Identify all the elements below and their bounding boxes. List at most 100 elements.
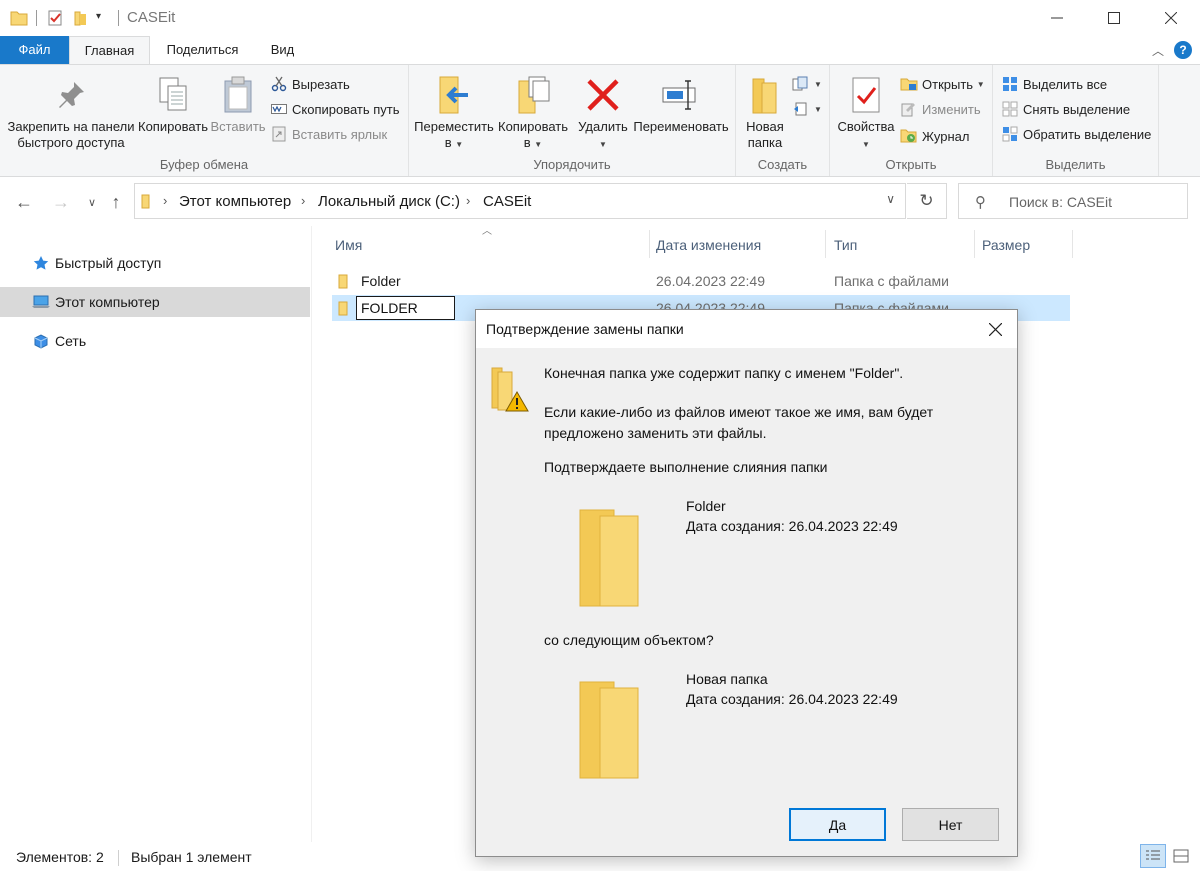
clipboard-group: Закрепить на панели быстрого доступа Коп… [0,65,409,176]
folder-warning-icon [490,364,530,417]
open-button[interactable]: Открыть ▼ [900,73,985,95]
scissors-icon [270,75,288,93]
column-header-type[interactable]: Тип [830,232,972,258]
yes-button[interactable]: Да [789,808,886,841]
refresh-icon[interactable]: ↻ [907,183,947,219]
move-to-icon [439,76,468,114]
dialog-message-with: со следующим объектом? [544,632,714,648]
new-folder-date: Дата создания: 26.04.2023 22:49 [686,691,898,707]
select-group-label: Выделить [1045,157,1106,172]
minimize-button[interactable] [1028,0,1085,36]
move-to-button[interactable]: Переместить в ▼ [414,71,494,153]
ribbon-tabs: Файл Главная Поделиться Вид ︿ ? [0,36,1200,65]
address-bar[interactable]: › Этот компьютер › Локальный диск (C:) ›… [134,183,906,219]
tab-view[interactable]: Вид [255,36,310,64]
new-group: Новая папка ▼ ▼ Создать [736,65,830,176]
file-name: Folder [361,273,401,289]
copy-button[interactable]: Копировать [136,71,210,135]
tab-home[interactable]: Главная [69,36,150,65]
history-button[interactable]: Журнал [900,125,969,147]
invert-selection-icon [1001,125,1019,143]
dialog-title: Подтверждение замены папки [486,321,684,337]
customize-toolbar-chevron-icon[interactable]: ▾ [96,11,101,22]
new-folder-button[interactable]: Новая папка [740,71,790,151]
column-header-size[interactable]: Размер [978,232,1072,258]
rename-input[interactable]: FOLDER [356,296,455,320]
table-row[interactable]: Folder 26.04.2023 22:49 Папка с файлами [332,268,1070,294]
no-button[interactable]: Нет [902,808,999,841]
new-folder-icon[interactable] [72,9,90,30]
maximize-button[interactable] [1085,0,1142,36]
search-icon: ⚲ [975,194,986,211]
details-view-icon[interactable] [1140,844,1166,868]
easy-access-dropdown-icon: ▼ [814,104,822,114]
recent-locations-chevron-icon[interactable]: ∨ [80,190,104,214]
new-folder-name: Новая папка [686,671,768,687]
folder-icon[interactable] [10,9,28,30]
help-icon[interactable]: ? [1174,41,1192,59]
paste-shortcut-button[interactable]: Вставить ярлык [270,123,387,145]
close-icon [1164,12,1177,24]
pin-quick-access-button[interactable]: Закрепить на панели быстрого доступа [6,71,136,151]
minimize-icon [1050,17,1063,19]
breadcrumb-this-pc[interactable]: Этот компьютер [179,193,291,210]
copy-path-button[interactable]: Скопировать путь [270,98,400,120]
edit-button[interactable]: Изменить [900,98,981,120]
forward-arrow-icon[interactable]: → [49,190,73,214]
copy-to-dropdown-icon: ▼ [534,140,543,149]
open-group-label: Открыть [885,157,937,172]
delete-dropdown-icon: ▼ [599,140,607,149]
large-icons-view-icon[interactable] [1168,844,1194,868]
column-header-name[interactable]: Имя [331,232,649,258]
column-header-date[interactable]: Дата изменения [652,232,824,258]
close-icon [988,322,1002,336]
tab-file[interactable]: Файл [0,36,69,64]
properties-button[interactable]: Свойства ▼ [836,71,896,153]
file-type: Папка с файлами [834,273,949,289]
dialog-message-replace-line1: Если какие-либо из файлов имеют такое же… [544,404,934,420]
dialog-close-button[interactable] [983,317,1007,341]
nav-item-this-pc[interactable]: Этот компьютер [0,287,310,317]
easy-access-button[interactable]: ▼ [792,98,822,120]
nav-item-quick-access[interactable]: Быстрый доступ [0,248,310,278]
paste-button[interactable]: Вставить [210,71,266,135]
history-icon [900,127,918,145]
back-arrow-icon[interactable]: ← [12,190,36,214]
ribbon: Закрепить на панели быстрого доступа Коп… [0,64,1200,177]
breadcrumb-separator-icon[interactable]: › [163,193,167,208]
close-button[interactable] [1142,0,1199,36]
breadcrumb-separator-icon[interactable]: › [301,193,305,208]
new-item-icon [792,75,810,93]
cut-button[interactable]: Вырезать [270,73,350,95]
rename-icon [662,80,696,110]
address-history-chevron-icon[interactable]: ∨ [886,192,895,206]
organize-group-label: Упорядочить [533,157,611,172]
search-input[interactable]: ⚲ Поиск в: CASEit [958,183,1188,219]
tab-share[interactable]: Поделиться [150,36,255,64]
select-all-button[interactable]: Выделить все [1001,73,1107,95]
open-dropdown-icon: ▼ [976,79,985,89]
properties-icon [852,77,880,113]
breadcrumb-caseit[interactable]: CASEit [483,193,531,210]
new-folder-icon [576,678,642,785]
copy-to-button[interactable]: Копировать в ▼ [494,71,572,153]
folder-icon [338,273,350,292]
properties-checkmark-icon[interactable] [46,9,64,30]
breadcrumb-separator-icon[interactable]: › [466,193,470,208]
collapse-ribbon-icon[interactable]: ︿ [1152,42,1164,59]
select-group: Выделить все Снять выделение Обратить вы… [993,65,1159,176]
up-arrow-icon[interactable]: ↑ [104,190,128,214]
new-item-dropdown-icon: ▼ [814,79,822,89]
delete-button[interactable]: Удалить ▼ [572,71,634,153]
rename-button[interactable]: Переименовать [632,71,730,135]
nav-item-network[interactable]: Сеть [0,326,310,356]
network-icon [32,332,50,350]
clipboard-group-label: Буфер обмена [159,157,249,172]
invert-selection-button[interactable]: Обратить выделение [1001,123,1151,145]
copy-icon [159,77,187,111]
breadcrumb-local-disk[interactable]: Локальный диск (C:) [318,193,460,210]
open-folder-icon [900,75,918,93]
select-none-button[interactable]: Снять выделение [1001,98,1130,120]
confirm-folder-replace-dialog: Подтверждение замены папки Конечная папк… [475,309,1018,857]
new-item-button[interactable]: ▼ [792,73,822,95]
